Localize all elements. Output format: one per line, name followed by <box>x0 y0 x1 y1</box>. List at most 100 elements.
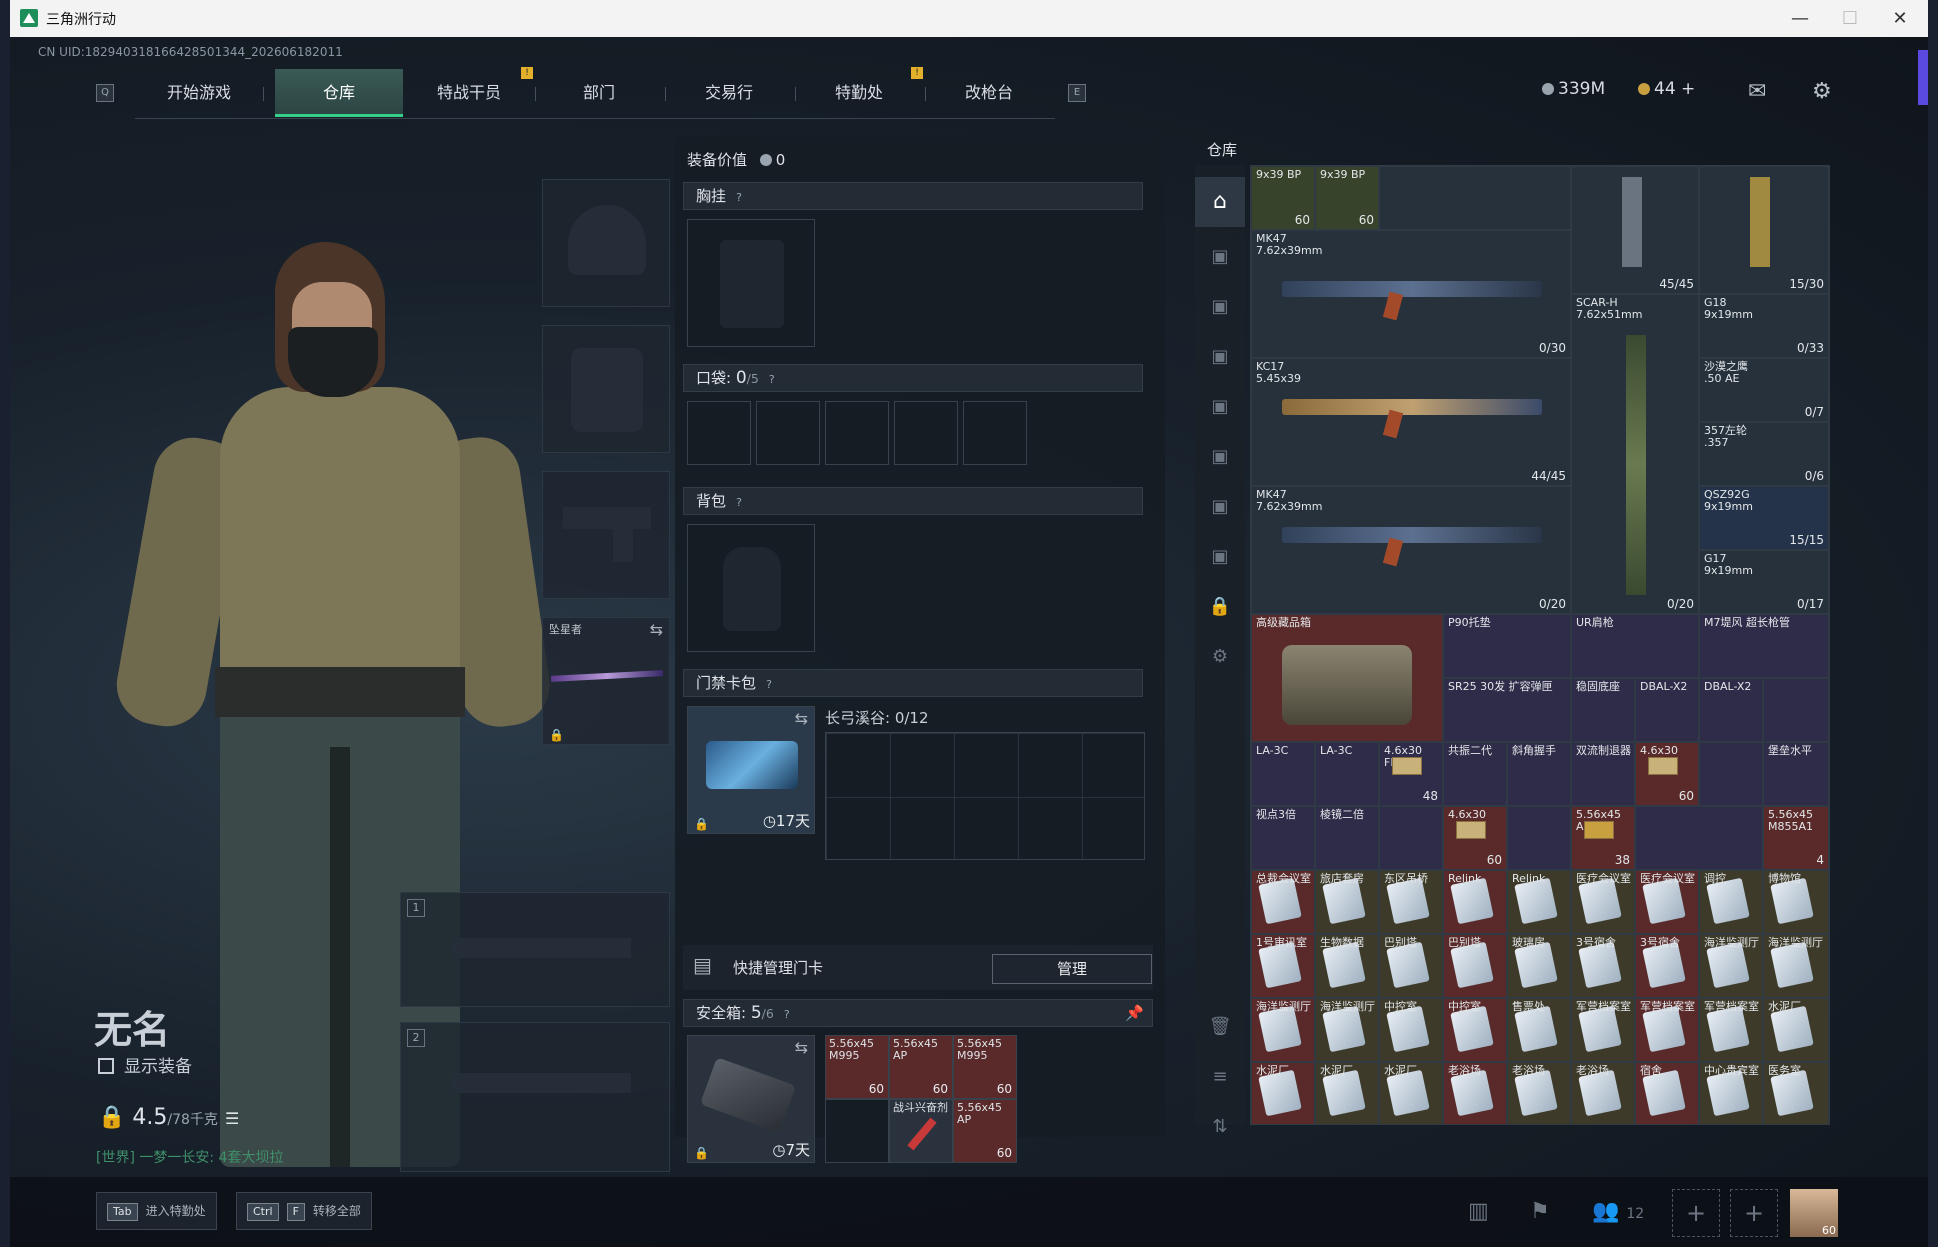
keycard-pack-slot[interactable]: ⇆ 🔒 ◷17天 <box>687 706 815 834</box>
backpack-slot[interactable] <box>687 524 815 652</box>
list-icon[interactable]: ☰ <box>225 1109 239 1128</box>
storage-page-icon[interactable]: ▣ <box>1208 545 1232 569</box>
attachment-item[interactable]: 斜角握手 <box>1507 742 1571 806</box>
tab-gunsmith[interactable]: 改枪台 <box>925 69 1053 117</box>
empty-cell[interactable] <box>1699 742 1763 806</box>
attachment-item[interactable]: P90托垫 <box>1443 614 1571 678</box>
world-chat-line[interactable]: [世界] 一梦一长安: 4套大坝拉 <box>96 1147 283 1167</box>
storage-page-icon[interactable]: ▣ <box>1208 345 1232 369</box>
attachment-item[interactable]: 共振二代 <box>1443 742 1507 806</box>
weapon-stock-item[interactable]: 45/45 <box>1571 166 1699 294</box>
keycard-item[interactable]: 玻璃房 <box>1507 934 1571 998</box>
close-button[interactable]: ✕ <box>1880 6 1920 32</box>
safe-item[interactable]: 战斗兴奋剂 <box>889 1099 953 1163</box>
keycard-item[interactable]: 宿舍 <box>1635 1062 1699 1124</box>
lock-icon[interactable]: 🔒 <box>1208 595 1232 619</box>
maximize-button[interactable]: ☐ <box>1830 6 1870 32</box>
scope-item[interactable]: 棱镜二倍 <box>1315 806 1379 870</box>
tab-operators[interactable]: 特战干员 <box>405 69 533 117</box>
keycard-item[interactable]: 医务室 <box>1763 1062 1829 1124</box>
keycard-item[interactable]: Relink <box>1443 870 1507 934</box>
keycard-item[interactable]: 调控 <box>1699 870 1763 934</box>
ammo-item[interactable]: 5.56x45 M855A1 4 <box>1763 806 1829 870</box>
storage-page-icon[interactable]: ▣ <box>1208 295 1232 319</box>
empty-cell[interactable] <box>1507 806 1571 870</box>
warehouse-grid[interactable]: 9x39 BP 60 9x39 BP 60 45/45 15/30 MK47 7.6… <box>1250 165 1830 1125</box>
keycard-item[interactable]: 中心贵宾室 <box>1699 1062 1763 1124</box>
chest-rig-slot[interactable] <box>687 219 815 347</box>
keycard-item[interactable]: 海洋监测厅 <box>1699 934 1763 998</box>
attachment-item[interactable]: M7堤风 超长枪管 <box>1699 614 1829 678</box>
keycard-item[interactable]: 老浴场 <box>1571 1062 1635 1124</box>
keycard-item[interactable]: 巴别塔 <box>1379 934 1443 998</box>
keycard-item[interactable]: 3号宿舍 <box>1635 934 1699 998</box>
empty-cell[interactable] <box>1379 166 1571 230</box>
trash-icon[interactable]: 🗑 <box>1208 1015 1232 1039</box>
pocket-slot[interactable] <box>894 401 958 465</box>
transfer-all-button[interactable]: Ctrl F 转移全部 <box>236 1192 372 1230</box>
attachment-item[interactable]: DBAL-X2 <box>1635 678 1699 742</box>
keycard-item[interactable]: 生物数据 <box>1315 934 1379 998</box>
manage-button[interactable]: 管理 <box>992 954 1152 984</box>
keycard-item[interactable]: 中控室 <box>1379 998 1443 1062</box>
weapon-item[interactable]: 沙漠之鹰 .50 AE 0/7 <box>1699 358 1829 422</box>
invite-slot-button[interactable]: + <box>1730 1189 1778 1237</box>
storage-page-icon[interactable]: ▣ <box>1208 445 1232 469</box>
weapon-item[interactable]: KC17 5.45x39 44/45 <box>1251 358 1571 486</box>
tab-warehouse[interactable]: 仓库 <box>275 69 403 117</box>
storage-page-icon[interactable]: ▣ <box>1208 395 1232 419</box>
tab-trading[interactable]: 交易行 <box>665 69 793 117</box>
keycard-item[interactable]: 中控室 <box>1443 998 1507 1062</box>
keycard-item[interactable]: 巴别塔 <box>1443 934 1507 998</box>
attachment-item[interactable]: 双流制退器 <box>1571 742 1635 806</box>
helmet-slot[interactable] <box>542 179 670 307</box>
coin-display[interactable]: 44 + <box>1638 79 1695 99</box>
stats-chart-icon[interactable]: ▥ <box>1468 1199 1489 1224</box>
keycard-item[interactable]: 军营档案室 <box>1699 998 1763 1062</box>
pocket-slot[interactable] <box>825 401 889 465</box>
attachment-item[interactable]: SR25 30发 扩容弹匣 <box>1443 678 1571 742</box>
keycard-item[interactable]: 老浴场 <box>1443 1062 1507 1124</box>
keycard-item[interactable]: 医疗会议室 <box>1571 870 1635 934</box>
player-avatar[interactable]: 60 <box>1790 1189 1838 1237</box>
weapon-item[interactable]: MK47 7.62x39mm 0/30 <box>1251 230 1571 358</box>
ammo-item[interactable]: 5.56x45 AP38 <box>1571 806 1635 870</box>
keycard-item[interactable]: 东区吊桥 <box>1379 870 1443 934</box>
checkbox-icon[interactable] <box>98 1058 114 1074</box>
help-icon[interactable]: ? <box>732 191 746 205</box>
keycard-grid[interactable] <box>825 732 1145 860</box>
pocket-slot[interactable] <box>963 401 1027 465</box>
ammo-item[interactable]: 4.6x30 FMJ48 <box>1379 742 1443 806</box>
help-icon[interactable]: ? <box>765 373 779 387</box>
keycard-item[interactable]: 水泥厂 <box>1315 1062 1379 1124</box>
tab-special-ops[interactable]: 特勤处 <box>795 69 923 117</box>
keycard-item[interactable]: 海洋监测厅 <box>1251 998 1315 1062</box>
keycard-item[interactable]: 水泥厂 <box>1379 1062 1443 1124</box>
pocket-slot[interactable] <box>687 401 751 465</box>
keycard-item[interactable]: Relink <box>1507 870 1571 934</box>
help-icon[interactable]: ? <box>762 678 776 692</box>
swap-icon[interactable]: ⇆ <box>795 1038 808 1057</box>
armor-slot[interactable] <box>542 325 670 453</box>
melee-slot[interactable]: 坠星者 ⇆ 🔒 <box>542 617 670 745</box>
settings-gear-icon[interactable]: ⚙ <box>1812 79 1832 104</box>
show-equipment-toggle[interactable]: 显示装备 <box>98 1052 192 1077</box>
safe-item[interactable]: 5.56x45 AP 60 <box>953 1099 1017 1163</box>
layers-icon[interactable]: ≡ <box>1208 1065 1232 1089</box>
ammo-item[interactable]: 4.6x30 60 <box>1443 806 1507 870</box>
collection-box-item[interactable]: 高级藏品箱 <box>1251 614 1443 742</box>
safe-item[interactable]: 5.56x45 AP 60 <box>889 1035 953 1099</box>
keycard-item[interactable]: 水泥厂 <box>1251 1062 1315 1124</box>
pin-icon[interactable]: 📌 <box>1125 1000 1144 1026</box>
invite-slot-button[interactable]: + <box>1672 1189 1720 1237</box>
ammo-item[interactable]: 9x39 BP 60 <box>1315 166 1379 230</box>
attachment-item[interactable]: LA-3C <box>1315 742 1379 806</box>
empty-cell[interactable] <box>1635 806 1763 870</box>
safe-empty-slot[interactable] <box>825 1099 889 1163</box>
friends-icon[interactable]: 👥 12 <box>1592 1199 1644 1224</box>
attachment-item[interactable]: 堡垒水平 <box>1763 742 1829 806</box>
keycard-item[interactable]: 旅店套房 <box>1315 870 1379 934</box>
attachment-item[interactable]: DBAL-X2 <box>1699 678 1763 742</box>
weapon-item[interactable]: QSZ92G 9x19mm 15/15 <box>1699 486 1829 550</box>
safe-item[interactable]: 5.56x45 M995 60 <box>953 1035 1017 1099</box>
